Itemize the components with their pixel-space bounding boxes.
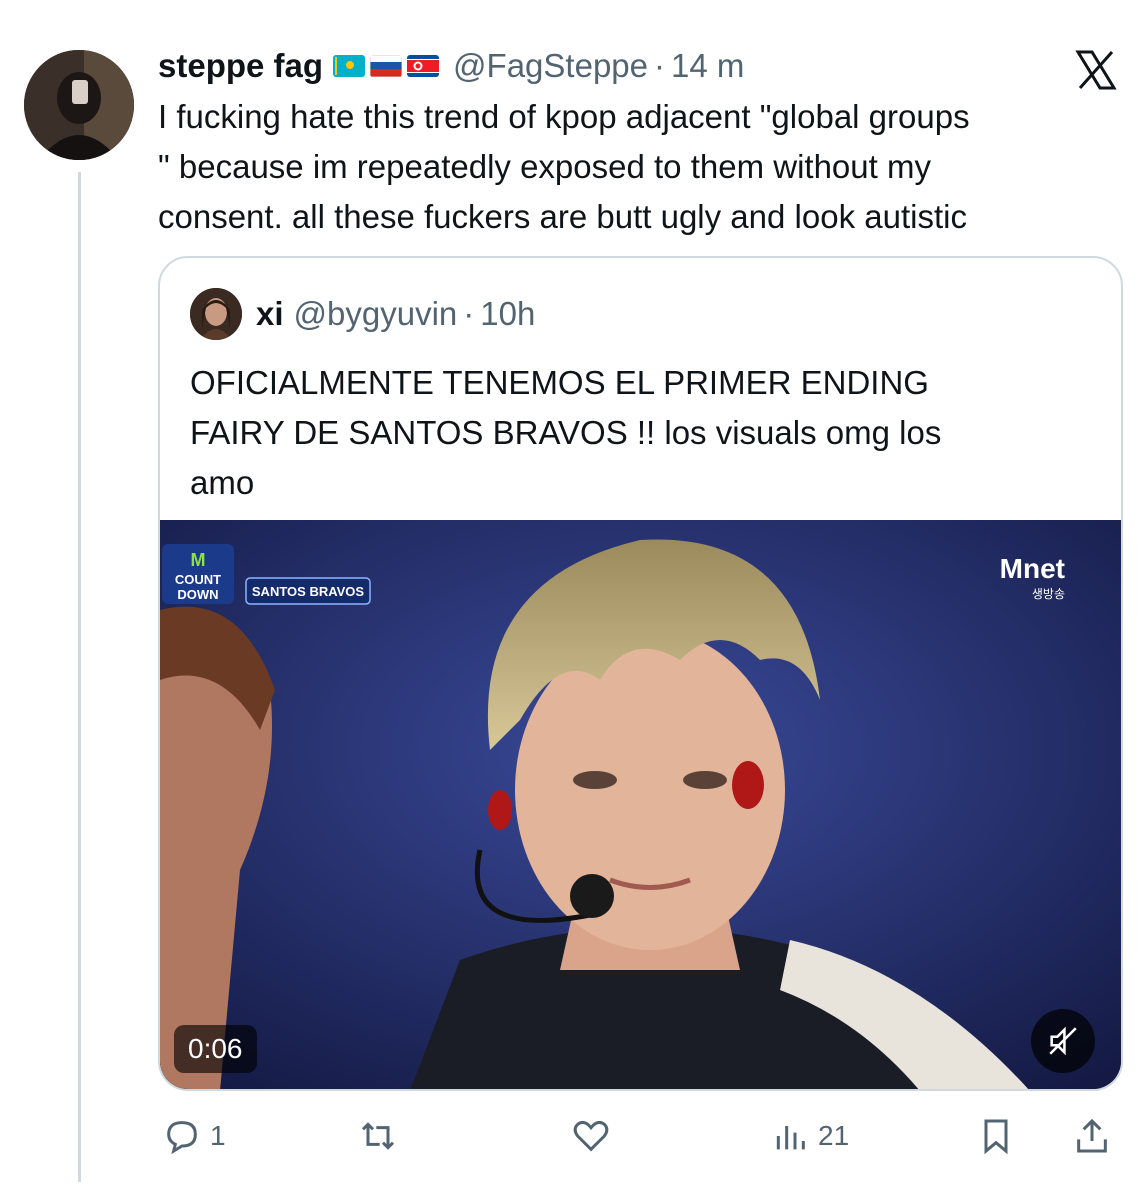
svg-text:생방송: 생방송 <box>1032 587 1065 601</box>
quote-author-avatar[interactable] <box>190 288 242 340</box>
tweet-text: I fucking hate this trend of kpop adjace… <box>158 98 970 235</box>
north-korea-flag-icon <box>407 55 440 77</box>
author-name[interactable]: steppe fag <box>158 47 323 85</box>
svg-text:COUNT: COUNT <box>175 572 221 587</box>
quote-separator-dot: · <box>463 295 475 332</box>
author-avatar[interactable] <box>24 50 134 160</box>
share-icon <box>1077 1118 1107 1153</box>
kazakhstan-flag-icon <box>333 55 366 77</box>
quote-author-name[interactable]: xi <box>256 295 284 333</box>
reply-count: 1 <box>210 1120 226 1151</box>
video-duration: 0:06 <box>174 1025 257 1073</box>
x-logo-icon[interactable] <box>1072 46 1120 94</box>
reply-icon <box>167 1121 197 1155</box>
svg-text:DOWN: DOWN <box>177 587 218 602</box>
tweet-timestamp[interactable]: 14 m <box>671 47 744 85</box>
bookmark-button[interactable] <box>976 1110 1016 1162</box>
reply-button[interactable]: 1 <box>162 1110 226 1162</box>
svg-text:Mnet: Mnet <box>1000 553 1065 584</box>
quote-text: OFICIALMENTE TENEMOS EL PRIMER ENDING FA… <box>190 364 942 501</box>
quote-timestamp[interactable]: 10h <box>480 295 535 333</box>
quote-header: xi @bygyuvin · 10h <box>190 288 535 340</box>
retweet-icon <box>361 1122 395 1150</box>
bookmark-icon <box>984 1119 1008 1155</box>
views-count: 21 <box>818 1120 850 1151</box>
analytics-icon <box>776 1126 805 1150</box>
video-player[interactable]: M COUNT DOWN SANTOS BRAVOS Mnet 생방송 0:06 <box>160 520 1121 1089</box>
svg-text:SANTOS BRAVOS: SANTOS BRAVOS <box>252 584 365 599</box>
russia-flag-icon <box>370 55 403 77</box>
author-handle[interactable]: @FagSteppe <box>453 47 648 85</box>
retweet-button[interactable] <box>356 1110 400 1162</box>
tweet-action-bar: 1 21 <box>158 1110 1118 1162</box>
views-button[interactable]: 21 <box>770 1110 849 1162</box>
thread-line <box>78 172 81 1182</box>
like-button[interactable] <box>570 1110 612 1162</box>
flag-emojis <box>333 55 440 77</box>
share-button[interactable] <box>1072 1110 1112 1162</box>
svg-text:M: M <box>191 550 206 570</box>
video-frame: M COUNT DOWN SANTOS BRAVOS Mnet 생방송 <box>160 520 1121 1089</box>
heart-icon <box>573 1120 609 1152</box>
quoted-tweet-card[interactable]: xi @bygyuvin · 10h OFICIALMENTE TENEMOS … <box>158 256 1123 1091</box>
tweet-header: steppe fag @FagSteppe · 14 m <box>158 44 744 88</box>
quote-author-handle[interactable]: @bygyuvin <box>294 295 458 333</box>
mute-button[interactable] <box>1031 1009 1095 1073</box>
separator-dot: · <box>654 47 666 84</box>
speaker-muted-icon <box>1049 1026 1077 1056</box>
